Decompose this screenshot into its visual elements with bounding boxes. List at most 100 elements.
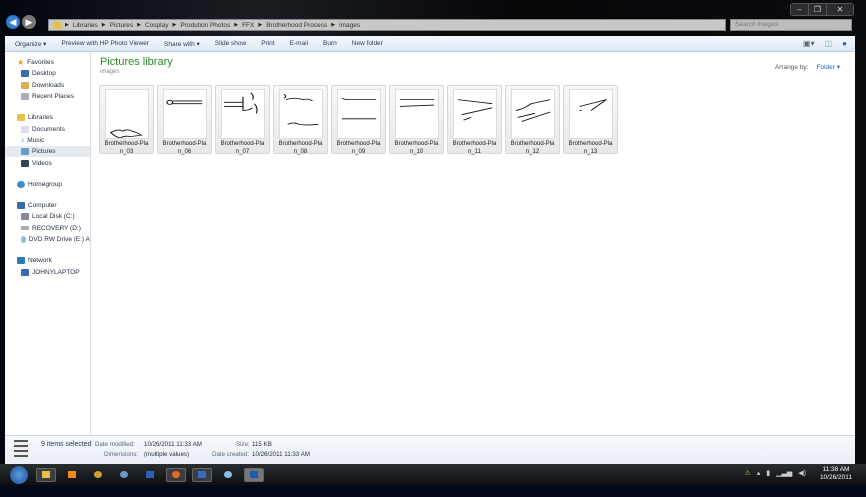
label: Music [27,136,45,144]
crumb[interactable]: images [339,22,360,29]
time: 11:38 AM [822,466,850,473]
label: Videos [32,159,52,167]
sidebar-item-music[interactable]: ♪ Music [5,135,90,146]
show-hidden-icon[interactable]: ▴ [757,469,761,477]
thumbnails: Brotherhood-Pla n_03 Brotherhood-Pla n_06 Br… [99,85,618,155]
sidebar-favorites[interactable]: ★ Favorites [5,57,90,68]
sidebar-item-videos[interactable]: Videos [5,157,90,168]
folder-icon [53,21,61,29]
window-controls: – ❐ ✕ [790,3,854,16]
crumb[interactable]: Cosplay [145,22,168,29]
sidebar-item-local-disk[interactable]: Local Disk (C:) [5,211,90,222]
sketch-image [568,89,613,139]
label: Homegroup [28,180,62,188]
sidebar-item-downloads[interactable]: Downloads [5,80,90,91]
back-button[interactable]: ◀ [6,15,20,29]
sketch-image [162,89,207,139]
network-icon [17,257,25,265]
sidebar-item-documents[interactable]: Documents [5,123,90,134]
sidebar-libraries[interactable]: Libraries [5,112,90,123]
taskbar-app[interactable] [88,468,108,482]
date-modified: 10/26/2011 11:33 AM [144,441,202,448]
forward-button[interactable]: ▶ [22,15,36,29]
selection-thumbnail-icon [14,440,28,460]
taskbar-mail[interactable] [140,468,160,482]
organize-button[interactable]: Organize ▾ [15,40,46,48]
sidebar-item-recent-places[interactable]: Recent Places [5,91,90,102]
crumb[interactable]: Prodution Photos [180,22,230,29]
burn-button[interactable]: Burn [323,40,337,47]
chevron-icon: ▶ [234,22,239,28]
command-bar: Organize ▾ Preview with HP Photo Viewer … [5,36,855,52]
label: Pictures [32,148,56,156]
file-name: Brotherhood-Pla n_12 [510,141,555,155]
preview-pane-icon[interactable]: ◫ [825,39,833,48]
print-button[interactable]: Print [261,40,274,47]
crumb[interactable]: Pictures [110,22,133,29]
label: DVD RW Drive (E:) A [28,236,90,243]
sidebar-homegroup[interactable]: Homegroup [5,179,90,190]
label: Dimensions: [104,451,139,458]
email-button[interactable]: E-mail [290,40,308,47]
sidebar-item-dvd[interactable]: DVD RW Drive (E:) A [5,234,90,245]
chevron-icon: ▶ [101,22,106,28]
sidebar-item-desktop[interactable]: Desktop [5,68,90,79]
address-bar[interactable]: ▶ Libraries ▶ Pictures ▶ Cosplay ▶ Prodution… [48,19,726,31]
file-thumbnail[interactable]: Brotherhood-Pla n_10 [389,85,444,155]
preview-button[interactable]: Preview with HP Photo Viewer [61,40,149,47]
new-folder-button[interactable]: New folder [352,40,383,47]
clock[interactable]: 11:38 AM 10/26/2011 [820,466,852,482]
drive-icon [21,226,29,231]
share-with-button[interactable]: Share with ▾ [164,40,200,48]
navigation-pane: ★ Favorites Desktop Downloads Recent Plac… [5,52,91,435]
sidebar-item-recovery[interactable]: RECOVERY (D:) [5,223,90,234]
pictures-icon [21,148,29,156]
sidebar-network[interactable]: Network [5,255,90,266]
desktop-icon [21,70,29,78]
taskbar-explorer[interactable] [36,467,56,482]
dimensions: (multiple values) [144,451,190,458]
taskbar-word[interactable] [192,467,212,482]
label: Network [28,257,52,265]
start-button[interactable] [10,465,28,484]
taskbar-photoshop[interactable] [244,467,264,482]
maximize-button[interactable]: ❐ [809,4,827,15]
file-thumbnail[interactable]: Brotherhood-Pla n_08 [273,85,328,155]
sidebar-item-pictures[interactable]: Pictures [5,146,90,158]
taskbar-firefox[interactable] [166,467,186,482]
label: Computer [28,202,57,210]
sidebar-computer[interactable]: Computer [5,200,90,211]
volume-icon[interactable]: ◀) [798,469,806,477]
file-thumbnail[interactable]: Brotherhood-Pla n_13 [563,85,618,155]
taskbar-network-app[interactable] [114,468,134,482]
file-thumbnail[interactable]: Brotherhood-Pla n_03 [99,85,154,155]
file-thumbnail[interactable]: Brotherhood-Pla n_07 [215,85,270,155]
help-icon[interactable]: ● [842,39,847,48]
sidebar-item-johnylaptop[interactable]: JOHNYLAPTOP [5,266,90,277]
label: Date created: [212,451,250,458]
warning-icon[interactable]: ⚠ [744,469,750,477]
file-thumbnail[interactable]: Brotherhood-Pla n_11 [447,85,502,155]
arrange-by[interactable]: Arrange by: Folder ▾ [775,63,840,71]
crumb[interactable]: Brotherhood Process [266,22,327,29]
arrange-dropdown[interactable]: Folder ▾ [817,64,841,71]
crumb[interactable]: Libraries [73,22,98,29]
view-options-icon[interactable]: ▣▾ [803,39,815,48]
minimize-button[interactable]: – [791,4,809,15]
signal-icon[interactable]: ▁▃▅ [776,469,792,477]
close-button[interactable]: ✕ [827,4,853,15]
file-thumbnail[interactable]: Brotherhood-Pla n_09 [331,85,386,155]
taskbar-cloud[interactable] [218,468,238,482]
power-icon[interactable]: ▮ [766,469,770,477]
sketch-image [278,89,323,139]
chevron-icon: ▶ [137,22,141,28]
taskbar-media[interactable] [62,468,82,482]
search-input[interactable]: Search images [730,19,852,31]
file-thumbnail[interactable]: Brotherhood-Pla n_12 [505,85,560,155]
chevron-icon: ▶ [172,22,177,28]
file-thumbnail[interactable]: Brotherhood-Pla n_06 [157,85,212,155]
slide-show-button[interactable]: Slide show [215,40,246,47]
file-name: Brotherhood-Pla n_10 [394,141,439,155]
crumb[interactable]: FFX [242,22,254,29]
arrange-label: Arrange by: [774,64,809,71]
